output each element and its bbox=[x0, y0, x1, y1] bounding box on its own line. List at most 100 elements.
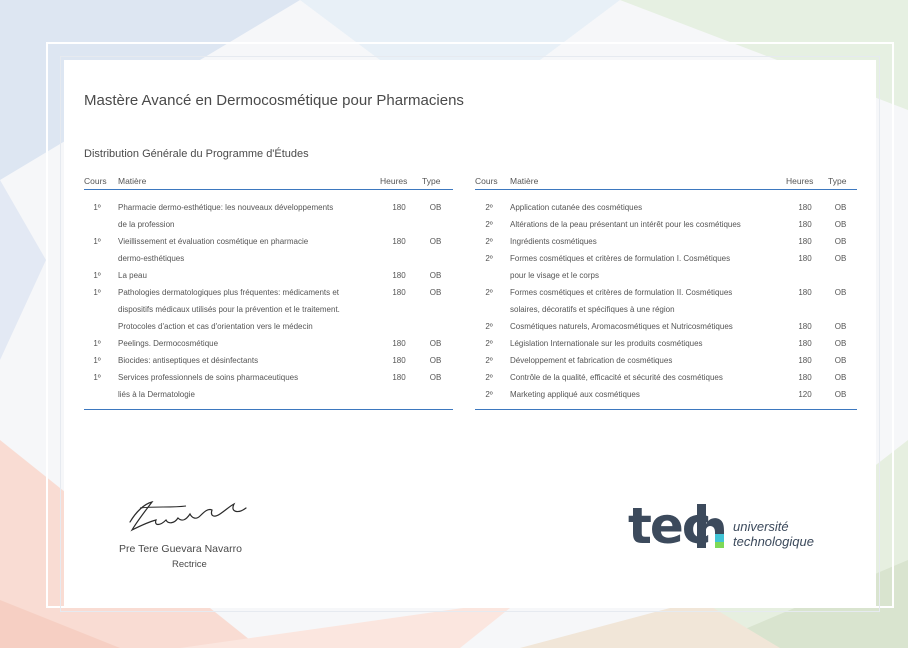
signatory-name: Pre Tere Guevara Navarro bbox=[119, 543, 242, 555]
table-row: 2º Application cutanée des cosmétiques 180… bbox=[475, 190, 857, 217]
document-title: Mastère Avancé en Dermocosmétique pour P… bbox=[84, 92, 464, 109]
cell-cours: 1º bbox=[93, 237, 101, 246]
cell-matiere-line: Ingrédients cosmétiques bbox=[510, 237, 597, 246]
cell-heures: 180 bbox=[392, 288, 406, 297]
cell-cours: 2º bbox=[485, 390, 493, 399]
col-header-heures: Heures bbox=[380, 171, 418, 190]
table-row: 1º Peelings. Dermocosmétique 180 OB bbox=[84, 335, 453, 352]
cell-matiere: Services professionnels de soins pharmac… bbox=[110, 369, 380, 410]
cell-cours: 2º bbox=[485, 254, 493, 263]
table-row: 2º Législation Internationale sur les pro… bbox=[475, 335, 857, 352]
cell-matiere-line: de la profession bbox=[118, 220, 175, 229]
cell-matiere: Législation Internationale sur les produ… bbox=[503, 335, 786, 352]
table-row: 2º Marketing appliqué aux cosmétiques 120 O… bbox=[475, 386, 857, 410]
col-header-matiere: Matière bbox=[503, 171, 786, 190]
cell-matiere-line: Application cutanée des cosmétiques bbox=[510, 203, 643, 212]
cell-heures: 180 bbox=[798, 322, 812, 331]
cell-type: OB bbox=[834, 220, 847, 229]
cell-heures: 180 bbox=[798, 288, 812, 297]
col-header-type: Type bbox=[824, 171, 857, 190]
cell-matiere: Formes cosmétiques et critères de formul… bbox=[503, 250, 786, 284]
program-distribution-heading: Distribution Générale du Programme d'Étu… bbox=[84, 148, 309, 160]
cell-cours: 2º bbox=[485, 373, 493, 382]
cell-type: OB bbox=[429, 288, 442, 297]
table-row: 1º Vieillissement et évaluation cosmétiqu… bbox=[84, 233, 453, 267]
cell-type: OB bbox=[834, 237, 847, 246]
cell-cours: 2º bbox=[485, 237, 493, 246]
cell-heures: 180 bbox=[798, 356, 812, 365]
cell-heures: 120 bbox=[798, 390, 812, 399]
logo-text-universite: université bbox=[733, 519, 789, 534]
cell-matiere-line: liés à la Dermatologie bbox=[118, 390, 195, 399]
cell-matiere-line: Législation Internationale sur les produ… bbox=[510, 339, 703, 348]
cell-type: OB bbox=[429, 339, 442, 348]
cell-cours: 1º bbox=[93, 271, 101, 280]
logo-text-technologique: technologique bbox=[733, 534, 814, 549]
cell-matiere: Développement et fabrication de cosmétiq… bbox=[503, 352, 786, 369]
table-row: 1º La peau 180 OB bbox=[84, 267, 453, 284]
table-row: 2º Formes cosmétiques et critères de form… bbox=[475, 284, 857, 318]
cell-matiere-line: Développement et fabrication de cosmétiq… bbox=[510, 356, 673, 365]
cell-matiere: Vieillissement et évaluation cosmétique … bbox=[110, 233, 380, 267]
cell-type: OB bbox=[429, 373, 442, 382]
cell-heures: 180 bbox=[392, 356, 406, 365]
table-row: 2º Ingrédients cosmétiques 180 OB bbox=[475, 233, 857, 250]
col-header-cours: Cours bbox=[84, 171, 110, 190]
table-row: 1º Pharmacie dermo-esthétique: les nouvea… bbox=[84, 190, 453, 234]
cell-matiere-line: Formes cosmétiques et critères de formul… bbox=[510, 254, 731, 263]
cell-cours: 1º bbox=[93, 373, 101, 382]
cell-matiere-line: Contrôle de la qualité, efficacité et sé… bbox=[510, 373, 723, 382]
cell-matiere-line: Vieillissement et évaluation cosmétique … bbox=[118, 237, 309, 246]
cell-type: OB bbox=[834, 356, 847, 365]
program-table-year-1: Cours Matière Heures Type 1º Pharmacie de… bbox=[84, 171, 453, 410]
cell-cours: 2º bbox=[485, 356, 493, 365]
cell-matiere: Peelings. Dermocosmétique bbox=[110, 335, 380, 352]
table-row: 1º Services professionnels de soins pharm… bbox=[84, 369, 453, 410]
col-header-heures: Heures bbox=[786, 171, 824, 190]
cell-matiere-line: Pharmacie dermo-esthétique: les nouveaux… bbox=[118, 203, 334, 212]
cell-heures: 180 bbox=[798, 254, 812, 263]
cell-cours: 2º bbox=[485, 288, 493, 297]
cell-matiere: Contrôle de la qualité, efficacité et sé… bbox=[503, 369, 786, 386]
signature-image bbox=[129, 501, 247, 532]
cell-type: OB bbox=[429, 271, 442, 280]
cell-matiere: Application cutanée des cosmétiques bbox=[503, 190, 786, 217]
cell-heures: 180 bbox=[392, 203, 406, 212]
cell-heures: 180 bbox=[798, 203, 812, 212]
cell-type: OB bbox=[834, 322, 847, 331]
cell-cours: 2º bbox=[485, 322, 493, 331]
table-row: 2º Formes cosmétiques et critères de form… bbox=[475, 250, 857, 284]
col-header-matiere: Matière bbox=[110, 171, 380, 190]
cell-matiere-line: Services professionnels de soins pharmac… bbox=[118, 373, 299, 382]
cell-heures: 180 bbox=[798, 237, 812, 246]
cell-matiere-line: Protocoles d'action et cas d'orientation… bbox=[118, 322, 313, 331]
cell-type: OB bbox=[834, 339, 847, 348]
cell-heures: 180 bbox=[798, 339, 812, 348]
cell-matiere-line: Marketing appliqué aux cosmétiques bbox=[510, 390, 640, 399]
cell-heures: 180 bbox=[798, 220, 812, 229]
cell-matiere: Altérations de la peau présentant un int… bbox=[503, 216, 786, 233]
cell-matiere-line: Cosmétiques naturels, Aromacosmétiques e… bbox=[510, 322, 733, 331]
cell-type: OB bbox=[429, 237, 442, 246]
cell-cours: 2º bbox=[485, 203, 493, 212]
cell-matiere: Marketing appliqué aux cosmétiques bbox=[503, 386, 786, 410]
program-table-year-2: Cours Matière Heures Type 2º Application … bbox=[475, 171, 857, 410]
logo-h-icon: h bbox=[697, 504, 724, 548]
table-row: 2º Développement et fabrication de cosmét… bbox=[475, 352, 857, 369]
cell-matiere: La peau bbox=[110, 267, 380, 284]
cell-type: OB bbox=[429, 356, 442, 365]
cell-matiere: Cosmétiques naturels, Aromacosmétiques e… bbox=[503, 318, 786, 335]
col-header-type: Type bbox=[418, 171, 453, 190]
table-row: 1º Biocides: antiseptiques et désinfectan… bbox=[84, 352, 453, 369]
cell-type: OB bbox=[834, 203, 847, 212]
cell-matiere-line: La peau bbox=[118, 271, 147, 280]
cell-type: OB bbox=[834, 288, 847, 297]
cell-matiere-line: Formes cosmétiques et critères de formul… bbox=[510, 288, 733, 297]
cell-heures: 180 bbox=[392, 237, 406, 246]
cell-cours: 1º bbox=[93, 339, 101, 348]
cell-cours: 1º bbox=[93, 356, 101, 365]
cell-type: OB bbox=[429, 203, 442, 212]
table-row: 2º Altérations de la peau présentant un i… bbox=[475, 216, 857, 233]
cell-matiere: Pharmacie dermo-esthétique: les nouveaux… bbox=[110, 190, 380, 234]
cell-matiere-line: Pathologies dermatologiques plus fréquen… bbox=[118, 288, 340, 297]
